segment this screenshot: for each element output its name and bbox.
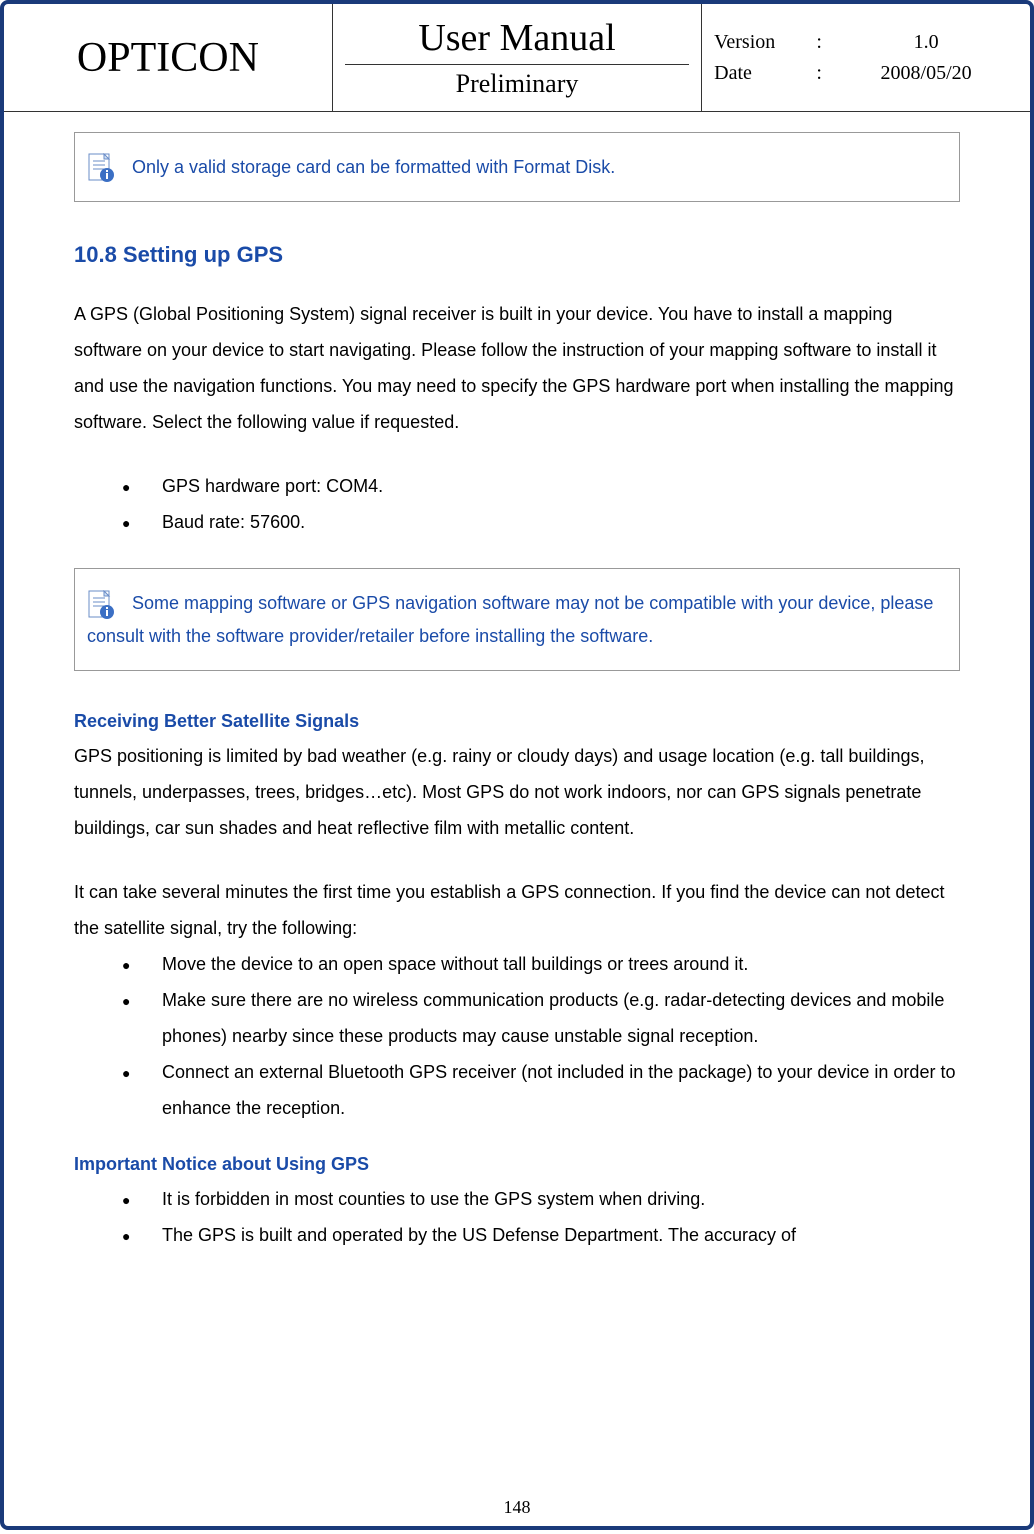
intro-paragraph: A GPS (Global Positioning System) signal… — [74, 296, 960, 440]
note2-text: Some mapping software or GPS navigation … — [87, 593, 933, 645]
header-table: OPTICON User Manual Preliminary Version … — [4, 4, 1030, 112]
colon: : — [804, 31, 834, 54]
signals-paragraph-2: It can take several minutes the first ti… — [74, 874, 960, 946]
date-label: Date — [714, 62, 804, 85]
list-item: The GPS is built and operated by the US … — [122, 1217, 960, 1253]
list-item: Move the device to an open space without… — [122, 946, 960, 982]
version-row: Version : 1.0 — [714, 27, 1018, 58]
manual-title: User Manual — [345, 12, 689, 65]
page-frame: OPTICON User Manual Preliminary Version … — [0, 0, 1034, 1530]
info-icon — [87, 153, 115, 183]
content-area: Only a valid storage card can be formatt… — [4, 112, 1030, 1313]
signals-paragraph-1: GPS positioning is limited by bad weathe… — [74, 738, 960, 846]
section-heading: 10.8 Setting up GPS — [74, 242, 960, 268]
date-row: Date : 2008/05/20 — [714, 58, 1018, 89]
header-meta-cell: Version : 1.0 Date : 2008/05/20 — [702, 4, 1030, 112]
date-value: 2008/05/20 — [834, 62, 1018, 85]
version-label: Version — [714, 31, 804, 54]
header-center-cell: User Manual Preliminary — [332, 4, 701, 112]
list-item: It is forbidden in most counties to use … — [122, 1181, 960, 1217]
sub-heading-important: Important Notice about Using GPS — [74, 1154, 960, 1175]
page-number: 148 — [4, 1497, 1030, 1518]
note1-text: Only a valid storage card can be formatt… — [132, 157, 615, 177]
version-value: 1.0 — [834, 31, 1018, 54]
brand-text: OPTICON — [77, 35, 259, 81]
signals-tips-list: Move the device to an open space without… — [74, 946, 960, 1126]
sub-heading-signals: Receiving Better Satellite Signals — [74, 711, 960, 732]
list-item: GPS hardware port: COM4. — [122, 468, 960, 504]
important-notice-list: It is forbidden in most counties to use … — [74, 1181, 960, 1253]
manual-subtitle: Preliminary — [345, 65, 689, 103]
list-item: Make sure there are no wireless communic… — [122, 982, 960, 1054]
brand-cell: OPTICON — [4, 4, 332, 112]
info-note-box-2: Some mapping software or GPS navigation … — [74, 568, 960, 671]
info-icon — [87, 590, 115, 620]
list-item: Baud rate: 57600. — [122, 504, 960, 540]
list-item: Connect an external Bluetooth GPS receiv… — [122, 1054, 960, 1126]
gps-settings-list: GPS hardware port: COM4. Baud rate: 5760… — [74, 468, 960, 540]
colon: : — [804, 62, 834, 85]
info-note-box-1: Only a valid storage card can be formatt… — [74, 132, 960, 202]
